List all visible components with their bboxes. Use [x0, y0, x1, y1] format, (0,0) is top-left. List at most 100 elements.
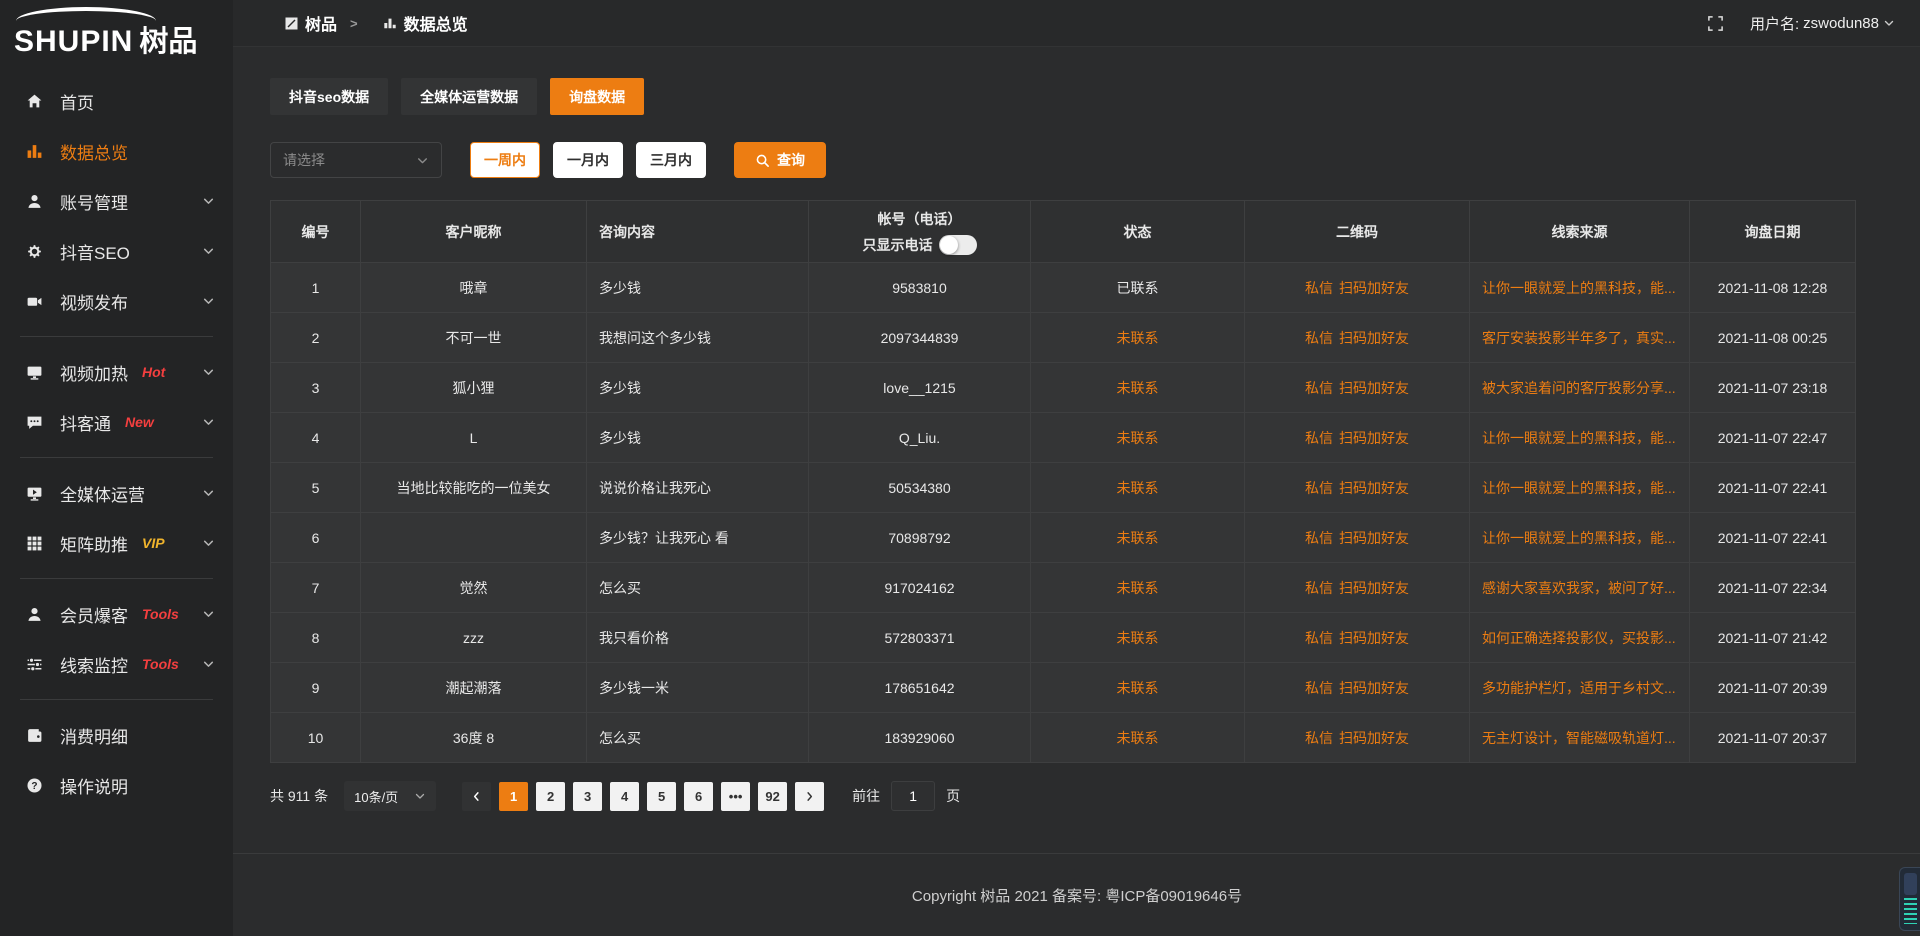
scan-add-friend-link[interactable]: 扫码加好友 [1339, 380, 1409, 396]
table-row: 7觉然怎么买917024162未联系私信扫码加好友感谢大家喜欢我家，被问了好..… [271, 563, 1856, 613]
lead-source-link[interactable]: 无主灯设计，智能磁吸轨道灯... [1470, 713, 1690, 763]
private-message-link[interactable]: 私信 [1305, 680, 1333, 696]
lead-source-link[interactable]: 让你一眼就爱上的黑科技，能... [1470, 413, 1690, 463]
range-button-0[interactable]: 一周内 [470, 142, 540, 178]
private-message-link[interactable]: 私信 [1305, 580, 1333, 596]
lead-source-link[interactable]: 让你一眼就爱上的黑科技，能... [1470, 263, 1690, 313]
lead-source-link[interactable]: 多功能护栏灯，适用于乡村文... [1470, 663, 1690, 713]
account-phone: 183929060 [809, 713, 1031, 763]
page-button-6[interactable]: 6 [684, 782, 713, 811]
sidebar-item-video[interactable]: 视频发布 [0, 276, 233, 326]
row-id: 2 [271, 313, 361, 363]
question-icon: ? [26, 776, 46, 794]
customer-nickname: 觉然 [361, 563, 587, 613]
sidebar-item-home[interactable]: 首页 [0, 76, 233, 126]
table-row: 1哦章多少钱9583810已联系私信扫码加好友让你一眼就爱上的黑科技，能...2… [271, 263, 1856, 313]
status-badge: 未联系 [1031, 313, 1245, 363]
private-message-link[interactable]: 私信 [1305, 730, 1333, 746]
sidebar-item-label: 数据总览 [60, 139, 128, 164]
lead-source-link[interactable]: 让你一眼就爱上的黑科技，能... [1470, 463, 1690, 513]
sidebar-item-chat[interactable]: 抖客通New [0, 397, 233, 447]
phone-only-toggle[interactable] [939, 235, 977, 255]
sidebar-item-sliders[interactable]: 线索监控Tools [0, 639, 233, 689]
sidebar-item-question[interactable]: ? 操作说明 [0, 760, 233, 810]
status-badge: 未联系 [1031, 363, 1245, 413]
account-phone: 2097344839 [809, 313, 1031, 363]
range-button-1[interactable]: 一月内 [553, 142, 623, 178]
tab-2[interactable]: 询盘数据 [550, 78, 644, 115]
sidebar-item-gear[interactable]: 抖音SEO [0, 226, 233, 276]
col-status: 状态 [1031, 201, 1245, 263]
page-button-2[interactable]: 2 [536, 782, 565, 811]
page-ellipsis[interactable]: ••• [721, 782, 750, 811]
table-row: 4L多少钱Q_Liu.未联系私信扫码加好友让你一眼就爱上的黑科技，能...202… [271, 413, 1856, 463]
prev-page-button[interactable] [462, 782, 491, 811]
private-message-link[interactable]: 私信 [1305, 380, 1333, 396]
scan-add-friend-link[interactable]: 扫码加好友 [1339, 280, 1409, 296]
page-button-92[interactable]: 92 [758, 782, 787, 811]
sidebar-item-user2[interactable]: 会员爆客Tools [0, 589, 233, 639]
goto-page-input[interactable] [891, 781, 935, 811]
goto-page: 前往 页 [852, 781, 960, 811]
fullscreen-icon[interactable] [1707, 15, 1724, 32]
row-id: 4 [271, 413, 361, 463]
range-button-2[interactable]: 三月内 [636, 142, 706, 178]
inquiry-content: 我只看价格 [587, 613, 809, 663]
sidebar-item-label: 操作说明 [60, 773, 128, 798]
sidebar-item-monitor[interactable]: 视频加热Hot [0, 347, 233, 397]
tab-0[interactable]: 抖音seo数据 [270, 78, 388, 115]
page-button-4[interactable]: 4 [610, 782, 639, 811]
private-message-link[interactable]: 私信 [1305, 280, 1333, 296]
customer-nickname: 哦章 [361, 263, 587, 313]
qr-actions: 私信扫码加好友 [1245, 663, 1470, 713]
filter-select[interactable]: 请选择 [270, 142, 442, 178]
qr-actions: 私信扫码加好友 [1245, 563, 1470, 613]
account-phone: 917024162 [809, 563, 1031, 613]
sidebar-item-chart[interactable]: 数据总览 [0, 126, 233, 176]
scan-add-friend-link[interactable]: 扫码加好友 [1339, 630, 1409, 646]
private-message-link[interactable]: 私信 [1305, 480, 1333, 496]
scan-add-friend-link[interactable]: 扫码加好友 [1339, 730, 1409, 746]
inquiry-content: 怎么买 [587, 563, 809, 613]
tab-1[interactable]: 全媒体运营数据 [401, 78, 537, 115]
scan-add-friend-link[interactable]: 扫码加好友 [1339, 430, 1409, 446]
lead-source-link[interactable]: 如何正确选择投影仪，买投影... [1470, 613, 1690, 663]
query-button[interactable]: 查询 [734, 142, 826, 178]
page-button-1[interactable]: 1 [499, 782, 528, 811]
private-message-link[interactable]: 私信 [1305, 330, 1333, 346]
sidebar-item-wallet[interactable]: 消费明细 [0, 710, 233, 760]
browser-extension-widget[interactable] [1899, 867, 1920, 931]
next-page-button[interactable] [795, 782, 824, 811]
goto-label: 前往 [852, 786, 880, 806]
private-message-link[interactable]: 私信 [1305, 530, 1333, 546]
sidebar-item-grid[interactable]: 矩阵助推VIP [0, 518, 233, 568]
logo-brand-cn: 树品 [139, 18, 197, 60]
breadcrumb-item-current[interactable]: 数据总览 [404, 11, 468, 35]
scan-add-friend-link[interactable]: 扫码加好友 [1339, 530, 1409, 546]
private-message-link[interactable]: 私信 [1305, 630, 1333, 646]
sidebar-item-screen[interactable]: 全媒体运营 [0, 468, 233, 518]
user-menu[interactable]: 用户名: zswodun88 [1750, 13, 1895, 34]
scan-add-friend-link[interactable]: 扫码加好友 [1339, 680, 1409, 696]
chevron-down-icon [202, 245, 215, 258]
lead-source-link[interactable]: 客厅安装投影半年多了，真实... [1470, 313, 1690, 363]
topbar: 树品 > 数据总览 用户名: zswodun88 [233, 0, 1920, 47]
qr-actions: 私信扫码加好友 [1245, 363, 1470, 413]
lead-source-link[interactable]: 感谢大家喜欢我家，被问了好... [1470, 563, 1690, 613]
chart-icon [26, 142, 46, 160]
page-button-3[interactable]: 3 [573, 782, 602, 811]
scan-add-friend-link[interactable]: 扫码加好友 [1339, 580, 1409, 596]
qr-actions: 私信扫码加好友 [1245, 413, 1470, 463]
private-message-link[interactable]: 私信 [1305, 430, 1333, 446]
lead-source-link[interactable]: 被大家追着问的客厅投影分享... [1470, 363, 1690, 413]
breadcrumb-item-brand[interactable]: 树品 [305, 11, 337, 35]
logo-arc [16, 7, 156, 21]
lead-source-link[interactable]: 让你一眼就爱上的黑科技，能... [1470, 513, 1690, 563]
sidebar-item-user[interactable]: 账号管理 [0, 176, 233, 226]
page-size-select[interactable]: 10条/页 [344, 781, 436, 811]
page-button-5[interactable]: 5 [647, 782, 676, 811]
scan-add-friend-link[interactable]: 扫码加好友 [1339, 330, 1409, 346]
scan-add-friend-link[interactable]: 扫码加好友 [1339, 480, 1409, 496]
inquiry-content: 多少钱 [587, 363, 809, 413]
username-value: zswodun88 [1803, 15, 1879, 32]
